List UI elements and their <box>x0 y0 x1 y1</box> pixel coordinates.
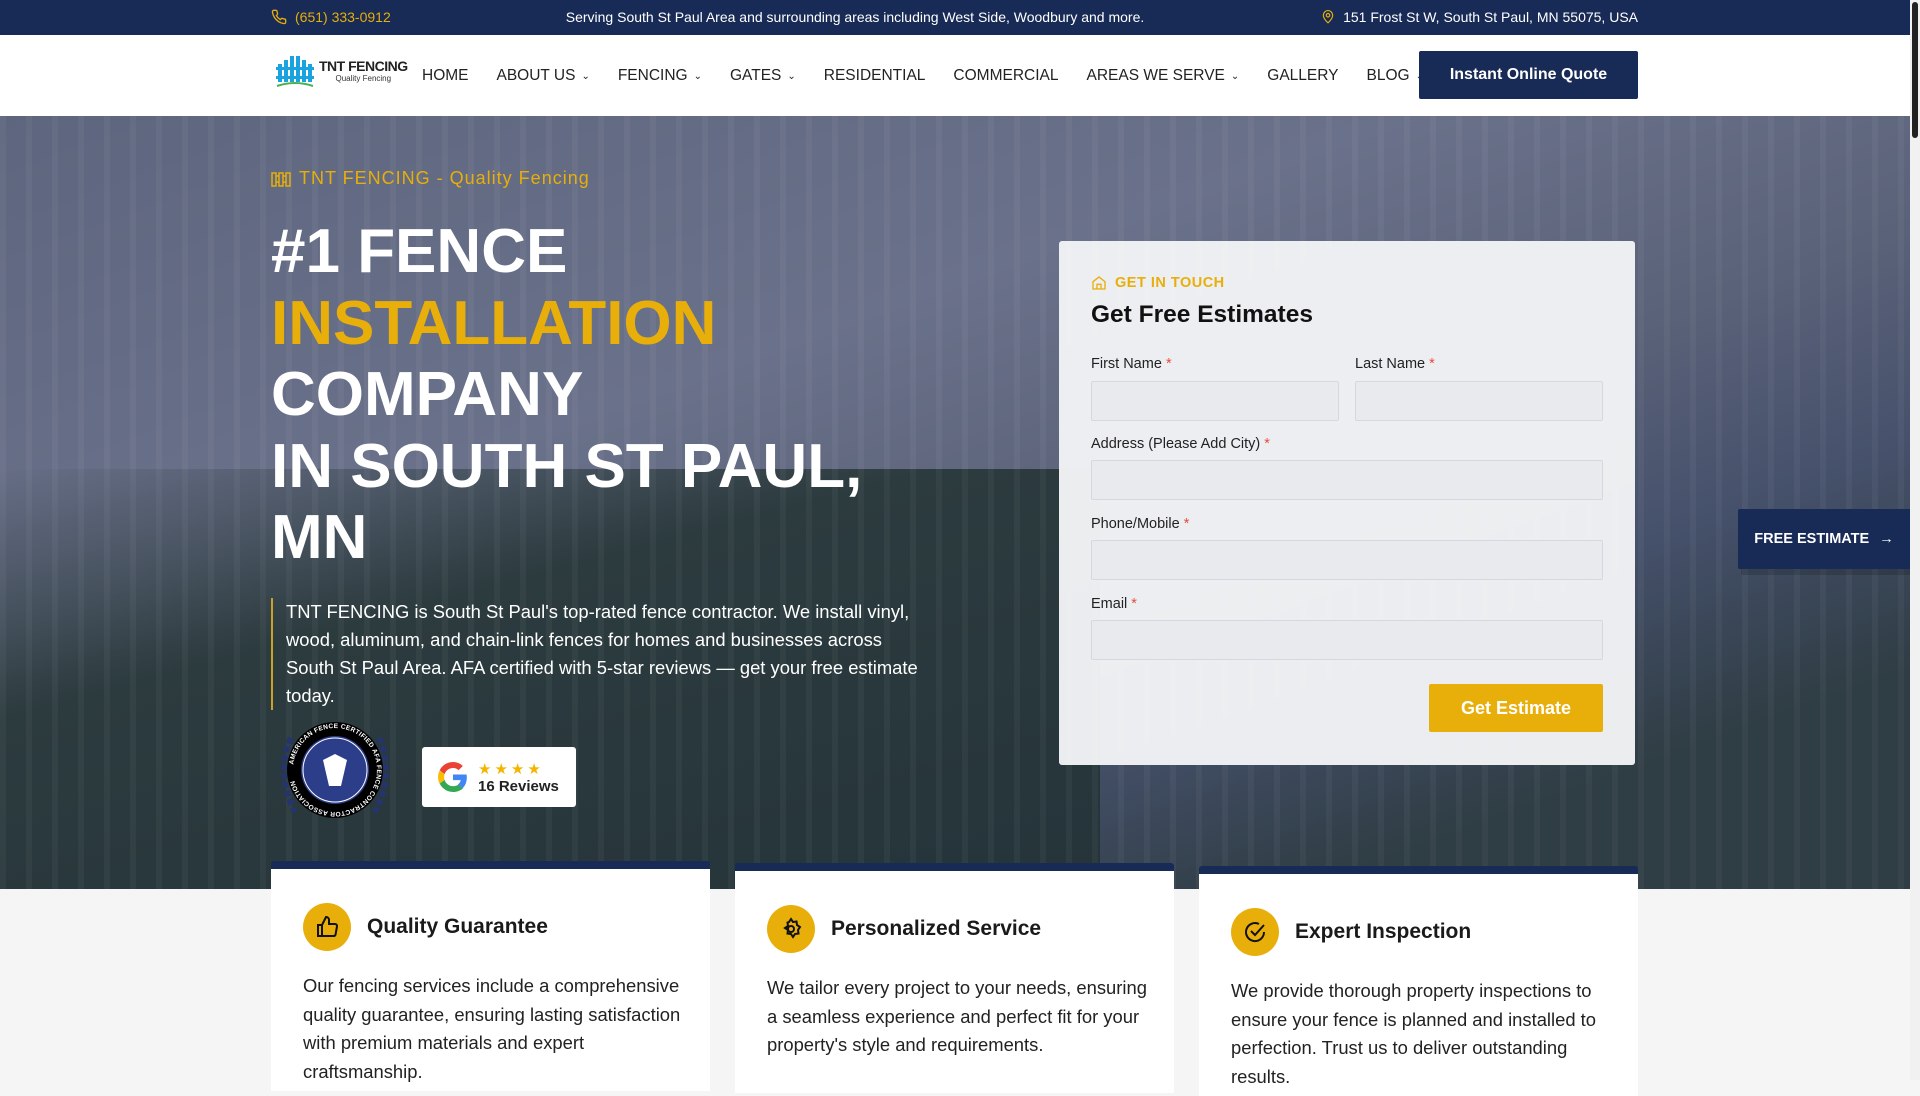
home-icon <box>1092 276 1106 290</box>
chevron-down-icon: ⌄ <box>1230 70 1240 82</box>
top-bar: (651) 333-0912 Serving South St Paul Are… <box>0 0 1910 35</box>
email-input[interactable] <box>1091 620 1603 660</box>
feature-card-personalized: Personalized Service We tailor every pro… <box>735 863 1174 1093</box>
label-text: First Name <box>1091 356 1162 372</box>
nav-item-home[interactable]: HOME <box>422 67 469 85</box>
nav-label: RESIDENTIAL <box>823 67 926 84</box>
nav-item-gallery[interactable]: GALLERY <box>1267 67 1338 85</box>
nav-item-commercial[interactable]: COMMERCIAL <box>953 67 1058 85</box>
nav-label: HOME <box>422 67 469 84</box>
nav-item-areas-we-serve[interactable]: AREAS WE SERVE ⌄ <box>1086 67 1239 85</box>
heading-line: #1 FENCE <box>271 217 568 286</box>
nav-label: GATES <box>729 67 782 84</box>
nav-item-fencing[interactable]: FENCING ⌄ <box>618 67 702 85</box>
star-rating: ★★★★ <box>478 760 544 778</box>
nav-item-residential[interactable]: RESIDENTIAL <box>824 67 926 85</box>
logo-tagline: Quality Fencing <box>335 73 392 83</box>
logo-name: TNT FENCING <box>319 57 408 74</box>
required-mark: * <box>1264 436 1270 452</box>
hero-section: TNT FENCING - Quality Fencing #1 FENCE I… <box>0 116 1910 889</box>
google-logo-icon <box>438 762 467 792</box>
get-estimate-button[interactable]: Get Estimate <box>1429 684 1603 732</box>
email-label: Email * <box>1091 596 1137 612</box>
eyebrow-text: GET IN TOUCH <box>1115 275 1225 291</box>
address-label: Address (Please Add City) * <box>1091 436 1270 452</box>
logo[interactable]: TNT FENCING Quality Fencing <box>275 52 408 88</box>
instant-quote-button[interactable]: Instant Online Quote <box>1419 51 1638 99</box>
hero-tagline-text: TNT FENCING - Quality Fencing <box>299 168 590 188</box>
heading-line: IN SOUTH ST PAUL, <box>271 431 863 501</box>
gear-icon <box>767 905 815 953</box>
address-input[interactable] <box>1091 460 1603 500</box>
feature-title: Personalized Service <box>831 917 1042 940</box>
chevron-down-icon: ⌄ <box>693 70 702 82</box>
label-text: Last Name <box>1355 356 1426 372</box>
fence-logo-icon <box>276 56 314 87</box>
nav-item-about-us[interactable]: ABOUT US ⌄ <box>497 67 590 85</box>
feature-body: We provide thorough property inspections… <box>1231 980 1596 1087</box>
review-count: 16 Reviews <box>478 777 559 795</box>
nav-item-gates[interactable]: GATES ⌄ <box>730 67 796 85</box>
first-name-input[interactable] <box>1091 381 1339 421</box>
thumbs-up-icon <box>303 903 351 951</box>
phone-input[interactable] <box>1091 540 1603 580</box>
heading-highlight: INSTALLATION <box>271 288 717 358</box>
hero-heading: #1 FENCE INSTALLATION COMPANY IN SOUTH S… <box>271 216 862 574</box>
address-text: 151 Frost St W, South St Paul, MN 55075,… <box>1343 9 1638 25</box>
map-pin-icon <box>1322 10 1334 24</box>
nav-item-blog[interactable]: BLOG⌄ <box>1367 67 1424 85</box>
google-reviews-badge[interactable]: ★★★★ 16 Reviews <box>422 747 576 807</box>
arrow-right-icon: → <box>1879 531 1894 547</box>
free-estimate-tab[interactable]: FREE ESTIMATE → <box>1738 509 1910 569</box>
form-title: Get Free Estimates <box>1091 301 1313 328</box>
required-mark: * <box>1183 516 1190 532</box>
hero-description: TNT FENCING is South St Paul's top-rated… <box>271 598 931 710</box>
heading-line: COMPANY <box>271 360 584 429</box>
free-estimate-label: FREE ESTIMATE <box>1754 531 1870 547</box>
check-circle-icon <box>1231 908 1279 956</box>
form-eyebrow: GET IN TOUCH <box>1091 275 1225 291</box>
hero-tagline: TNT FENCING - Quality Fencing <box>271 168 590 189</box>
estimate-form: GET IN TOUCH Get Free Estimates First Na… <box>1059 241 1635 765</box>
first-name-label: First Name * <box>1091 356 1172 372</box>
nav-label: FENCING <box>617 67 688 84</box>
nav-label: COMMERCIAL <box>953 67 1059 84</box>
last-name-label: Last Name * <box>1355 356 1435 372</box>
required-mark: * <box>1165 356 1172 372</box>
label-text: Email <box>1091 596 1128 612</box>
address: 151 Frost St W, South St Paul, MN 55075,… <box>1321 9 1638 25</box>
nav-label: AREAS WE SERVE <box>1086 67 1225 84</box>
heading-line: MN <box>271 503 368 572</box>
nav-label: GALLERY <box>1267 67 1339 84</box>
afa-certified-badge: AMERICAN FENCE CERTIFIED AFA FENCE CONTR… <box>280 722 390 818</box>
label-text: Address (Please Add City) <box>1091 436 1261 452</box>
chevron-down-icon: ⌄ <box>581 70 590 82</box>
chevron-down-icon: ⌄ <box>787 70 796 82</box>
nav-label: ABOUT US <box>496 67 576 84</box>
feature-body: Our fencing services include a comprehen… <box>303 975 681 1082</box>
fence-icon <box>271 171 291 187</box>
main-nav: TNT FENCING Quality Fencing HOME ABOUT US… <box>0 35 1910 116</box>
phone-label: Phone/Mobile * <box>1091 516 1189 532</box>
feature-card-quality: Quality Guarantee Our fencing services i… <box>271 861 710 1091</box>
feature-card-inspection: Expert Inspection We provide thorough pr… <box>1199 866 1638 1096</box>
scrollbar[interactable] <box>1910 0 1920 1080</box>
label-text: Phone/Mobile <box>1091 516 1180 532</box>
nav-menu: HOME ABOUT US ⌄ FENCING ⌄ GATES ⌄ RESIDENTI… <box>422 67 1424 85</box>
required-mark: * <box>1429 356 1435 372</box>
scrollbar-thumb[interactable] <box>1912 2 1918 138</box>
required-mark: * <box>1131 596 1137 612</box>
feature-title: Quality Guarantee <box>367 915 548 938</box>
last-name-input[interactable] <box>1355 381 1603 421</box>
feature-title: Expert Inspection <box>1295 920 1472 943</box>
feature-body: We tailor every project to your needs, e… <box>767 977 1147 1055</box>
nav-label: BLOG <box>1366 67 1410 84</box>
